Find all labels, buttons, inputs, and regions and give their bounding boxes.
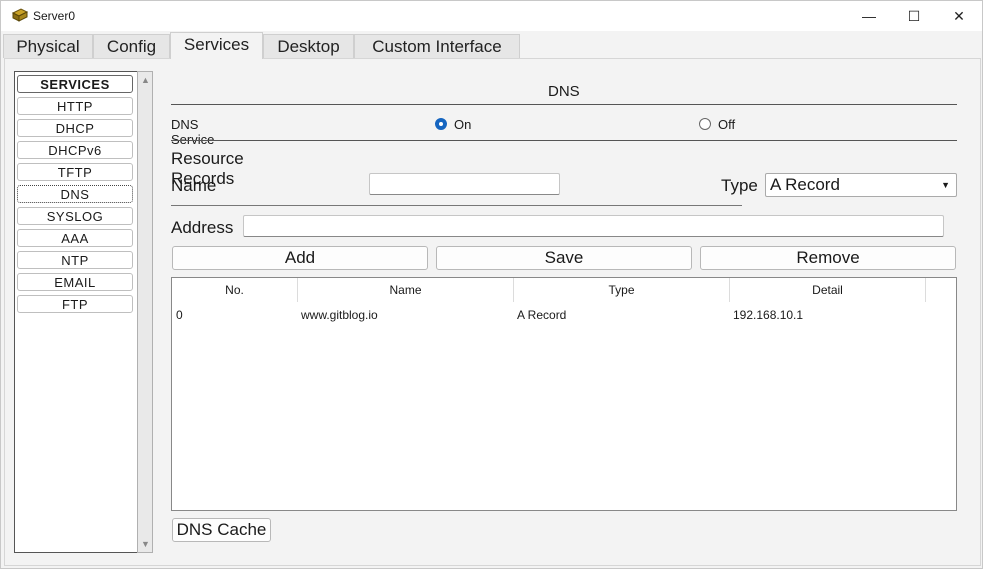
services-list: SERVICES HTTP DHCP DHCPv6 TFTP DNS SYSLO… [14,71,152,553]
column-header-name[interactable]: Name [298,278,514,302]
tab-services[interactable]: Services [170,32,263,59]
type-label: Type [721,176,758,195]
cell-type: A Record [517,308,567,322]
column-header-type[interactable]: Type [514,278,730,302]
chevron-down-icon: ▼ [941,180,950,190]
dns-on-label[interactable]: On [454,117,471,132]
cell-detail: 192.168.10.1 [733,308,804,322]
scroll-down-arrow-icon[interactable]: ▼ [141,539,150,549]
dns-cache-button[interactable]: DNS Cache [172,518,271,542]
service-item-http[interactable]: HTTP [17,97,133,115]
divider [171,104,957,105]
divider [171,140,957,141]
type-select-value: A Record [770,175,840,194]
dns-on-radio[interactable] [435,118,447,130]
column-header-detail[interactable]: Detail [730,278,926,302]
tab-config[interactable]: Config [93,34,170,58]
save-button[interactable]: Save [436,246,692,270]
name-input[interactable] [369,173,560,195]
dns-off-label[interactable]: Off [718,117,735,132]
name-label: Name [171,176,217,195]
cell-name: www.gitblog.io [301,308,378,322]
tab-bar: Physical Config Services Desktop Custom … [3,32,981,59]
maximize-button[interactable]: ☐ [891,1,937,31]
window-title: Server0 [33,9,76,23]
dns-section-title: DNS [548,83,580,100]
service-item-syslog[interactable]: SYSLOG [17,207,133,225]
app-window: Server0 — ☐ ✕ Physical Config Services D… [0,0,983,569]
service-item-ftp[interactable]: FTP [17,295,133,313]
services-scrollbar[interactable]: ▲ ▼ [137,71,153,553]
tab-custom-interface[interactable]: Custom Interface [354,34,520,58]
packet-tracer-server-icon [11,7,29,23]
service-item-tftp[interactable]: TFTP [17,163,133,181]
type-select[interactable]: A Record ▼ [765,173,957,197]
scroll-up-arrow-icon[interactable]: ▲ [141,75,150,85]
address-input[interactable] [243,215,944,237]
cell-no: 0 [176,308,183,322]
service-item-dhcp[interactable]: DHCP [17,119,133,137]
dns-off-radio[interactable] [699,118,711,130]
add-button[interactable]: Add [172,246,428,270]
service-item-aaa[interactable]: AAA [17,229,133,247]
service-item-ntp[interactable]: NTP [17,251,133,269]
column-header-no[interactable]: No. [172,278,298,302]
records-table: No. Name Type Detail 0 www.gitblog.io A … [171,277,957,511]
services-header: SERVICES [17,75,133,93]
service-item-dns[interactable]: DNS [17,185,133,203]
service-item-email[interactable]: EMAIL [17,273,133,291]
divider [171,205,742,206]
remove-button[interactable]: Remove [700,246,956,270]
tab-physical[interactable]: Physical [3,34,93,58]
address-label: Address [171,218,234,237]
tab-desktop[interactable]: Desktop [263,34,354,58]
dns-service-label: DNS Service [171,117,215,147]
service-item-dhcpv6[interactable]: DHCPv6 [17,141,133,159]
minimize-button[interactable]: — [846,1,892,31]
title-bar: Server0 — ☐ ✕ [1,1,982,31]
close-button[interactable]: ✕ [936,1,982,31]
